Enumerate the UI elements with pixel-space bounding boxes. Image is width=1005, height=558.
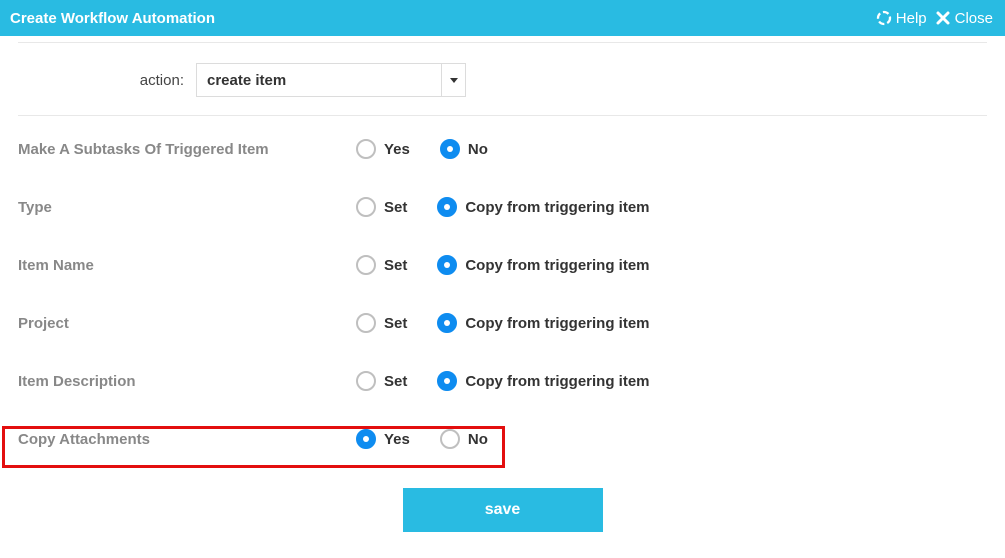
radio-group: Yes No bbox=[356, 139, 488, 159]
radio-option[interactable]: Yes bbox=[356, 429, 410, 449]
option-row-label: Copy Attachments bbox=[18, 431, 356, 448]
option-row-label: Project bbox=[18, 315, 356, 332]
radio-option[interactable]: No bbox=[440, 429, 488, 449]
option-row-label: Item Description bbox=[18, 373, 356, 390]
radio-label: Set bbox=[384, 257, 407, 274]
section-divider bbox=[18, 115, 987, 116]
radio-label: Copy from triggering item bbox=[465, 373, 649, 390]
radio-icon bbox=[440, 429, 460, 449]
radio-label: Set bbox=[384, 315, 407, 332]
radio-label: Copy from triggering item bbox=[465, 257, 649, 274]
radio-option[interactable]: Yes bbox=[356, 139, 410, 159]
titlebar: Create Workflow Automation Help Close bbox=[0, 0, 1005, 36]
radio-option[interactable]: Set bbox=[356, 313, 407, 333]
option-row: Item Name Set Copy from triggering item bbox=[18, 236, 987, 294]
close-link[interactable]: Close bbox=[935, 10, 993, 27]
help-icon bbox=[876, 10, 892, 26]
titlebar-actions: Help Close bbox=[876, 10, 993, 27]
action-row: action: create item bbox=[0, 43, 1005, 115]
radio-option[interactable]: Set bbox=[356, 371, 407, 391]
help-label: Help bbox=[896, 10, 927, 27]
radio-group: Set Copy from triggering item bbox=[356, 197, 650, 217]
radio-icon bbox=[437, 371, 457, 391]
radio-label: Yes bbox=[384, 431, 410, 448]
radio-option[interactable]: Copy from triggering item bbox=[437, 371, 649, 391]
radio-option[interactable]: Copy from triggering item bbox=[437, 255, 649, 275]
action-dropdown[interactable]: create item bbox=[196, 63, 466, 97]
action-label: action: bbox=[18, 72, 196, 89]
option-row-label: Make A Subtasks Of Triggered Item bbox=[18, 141, 356, 158]
option-row: Item Description Set Copy from triggering … bbox=[18, 352, 987, 410]
radio-group: Set Copy from triggering item bbox=[356, 255, 650, 275]
titlebar-title: Create Workflow Automation bbox=[10, 10, 215, 27]
option-row-label: Type bbox=[18, 199, 356, 216]
radio-label: Copy from triggering item bbox=[465, 199, 649, 216]
option-row: Copy Attachments Yes No bbox=[18, 410, 987, 468]
action-dropdown-value: create item bbox=[197, 64, 441, 96]
radio-option[interactable]: Copy from triggering item bbox=[437, 313, 649, 333]
option-row-label: Item Name bbox=[18, 257, 356, 274]
radio-icon bbox=[356, 139, 376, 159]
radio-icon bbox=[356, 429, 376, 449]
option-row: Project Set Copy from triggering item bbox=[18, 294, 987, 352]
radio-group: Yes No bbox=[356, 429, 488, 449]
radio-label: No bbox=[468, 141, 488, 158]
option-row: Make A Subtasks Of Triggered Item Yes No bbox=[18, 120, 987, 178]
radio-icon bbox=[437, 255, 457, 275]
radio-label: Copy from triggering item bbox=[465, 315, 649, 332]
close-label: Close bbox=[955, 10, 993, 27]
radio-option[interactable]: No bbox=[440, 139, 488, 159]
option-rows: Make A Subtasks Of Triggered Item Yes No Ty… bbox=[0, 120, 1005, 468]
radio-icon bbox=[356, 371, 376, 391]
radio-icon bbox=[356, 197, 376, 217]
content-area: action: create item Make A Subtasks Of T… bbox=[0, 36, 1005, 532]
radio-label: Yes bbox=[384, 141, 410, 158]
option-row: Type Set Copy from triggering item bbox=[18, 178, 987, 236]
help-link[interactable]: Help bbox=[876, 10, 927, 27]
save-button[interactable]: save bbox=[403, 488, 603, 532]
radio-option[interactable]: Copy from triggering item bbox=[437, 197, 649, 217]
radio-option[interactable]: Set bbox=[356, 255, 407, 275]
radio-option[interactable]: Set bbox=[356, 197, 407, 217]
radio-icon bbox=[356, 313, 376, 333]
radio-icon bbox=[437, 197, 457, 217]
radio-label: Set bbox=[384, 199, 407, 216]
radio-icon bbox=[440, 139, 460, 159]
radio-icon bbox=[356, 255, 376, 275]
radio-group: Set Copy from triggering item bbox=[356, 313, 650, 333]
radio-label: No bbox=[468, 431, 488, 448]
chevron-down-icon bbox=[441, 64, 465, 96]
radio-label: Set bbox=[384, 373, 407, 390]
radio-icon bbox=[437, 313, 457, 333]
save-row: save bbox=[0, 468, 1005, 532]
radio-group: Set Copy from triggering item bbox=[356, 371, 650, 391]
close-icon bbox=[935, 10, 951, 26]
